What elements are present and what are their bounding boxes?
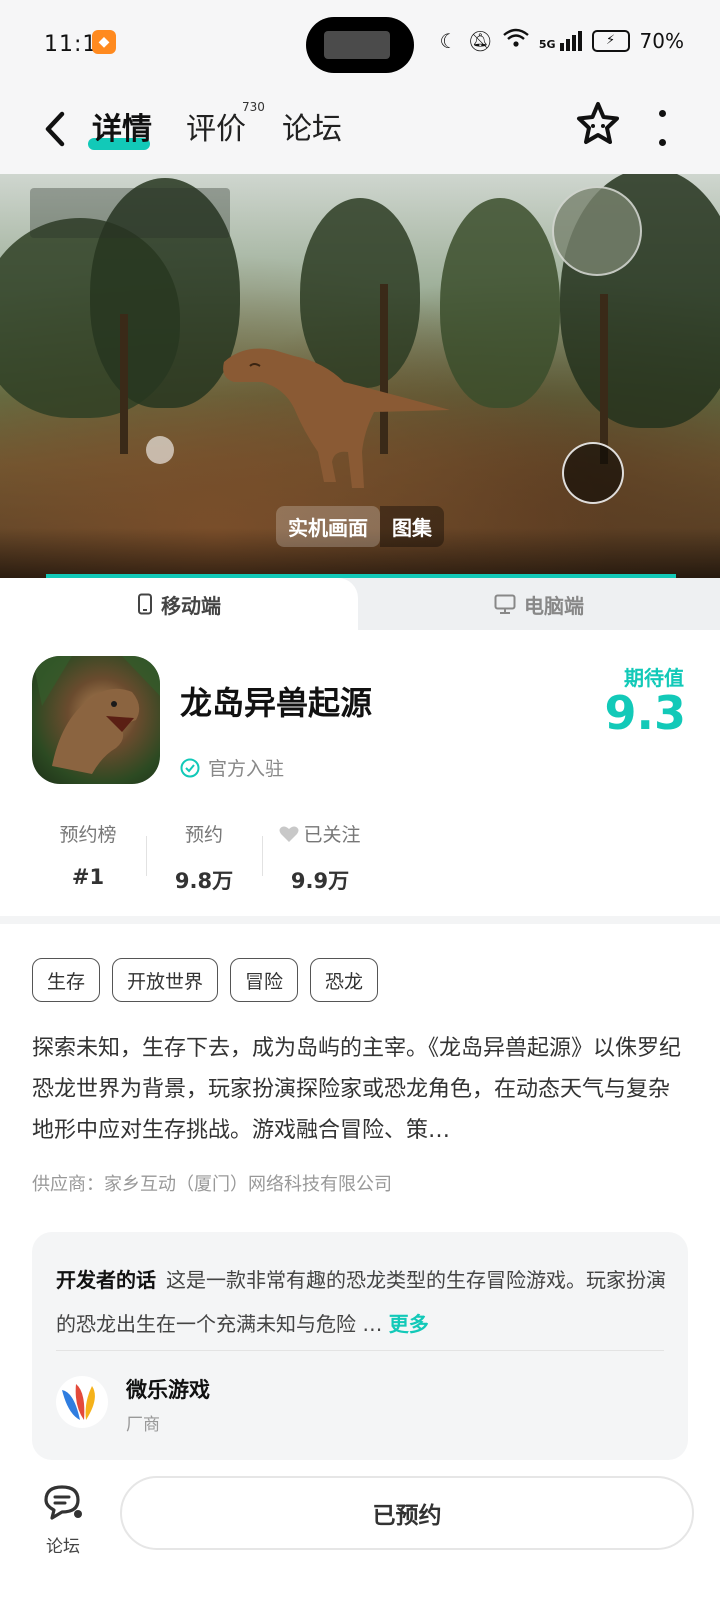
tag-adventure[interactable]: 冒险 (230, 958, 299, 1002)
moon-icon: ☾ (439, 28, 458, 53)
stat-reservations: 预约 9.8万 (146, 820, 262, 895)
tab-reviews[interactable]: 评价 (186, 104, 246, 148)
reserved-button[interactable]: 已预约 (120, 1476, 694, 1550)
platform-mobile-label: 移动端 (161, 593, 221, 618)
hud-quest-panel (30, 188, 230, 238)
battery-percent: 70% (639, 28, 684, 53)
media-carousel[interactable]: 实机画面 图集 (0, 174, 720, 578)
platform-pc-label: 电脑端 (524, 593, 584, 618)
stat-label: 预约 (184, 824, 223, 846)
stat-value: #1 (71, 865, 105, 889)
network-type: 5G (538, 37, 556, 51)
platform-switch: 移动端 电脑端 (0, 578, 720, 630)
review-count-badge: 730 (242, 100, 265, 114)
tag-survival[interactable]: 生存 (32, 958, 101, 1002)
phone-icon (138, 593, 152, 615)
stat-label: 预约榜 (59, 824, 117, 846)
developer-card: 开发者的话 这是一款非常有趣的恐龙类型的生存冒险游戏。玩家扮演的恐龙出生在一个充满… (32, 1232, 688, 1460)
forum-button[interactable]: 论坛 (38, 1484, 88, 1557)
stat-label: 已关注 (262, 820, 378, 847)
status-bar: 11:16 ◆ ☾ 🔕︎ 5G ⚡ 70% (0, 0, 720, 88)
back-arrow-icon[interactable] (38, 106, 74, 152)
tag-dinosaur[interactable]: 恐龙 (310, 958, 379, 1002)
stat-value: 9.8万 (174, 869, 234, 893)
card-divider (56, 1350, 664, 1351)
vendor-info: 供应商：家乡互动（厦门）网络科技有限公司 (32, 1174, 392, 1195)
developer-message[interactable]: 开发者的话 这是一款非常有趣的恐龙类型的生存冒险游戏。玩家扮演的恐龙出生在一个充满… (56, 1258, 666, 1346)
platform-tab-mobile[interactable]: 移动端 (0, 578, 358, 630)
signal-icon: 5G (538, 30, 582, 51)
battery-icon: ⚡ (591, 29, 630, 52)
favorite-star-icon[interactable] (572, 98, 624, 150)
camera-cutout (306, 17, 414, 73)
tab-details[interactable]: 详情 (92, 104, 152, 148)
genre-tags: 生存 开放世界 冒险 恐龙 (32, 958, 379, 1002)
stats-row: 预约榜 #1 预约 9.8万 已关注 9.9万 (30, 820, 378, 895)
verified-check-icon (180, 758, 200, 777)
media-tab-gallery[interactable]: 图集 (380, 506, 444, 547)
heart-icon (279, 826, 299, 842)
status-icons: ☾ 🔕︎ 5G ⚡ 70% (440, 28, 684, 53)
app-icon (32, 656, 160, 784)
stat-value: 9.9万 (290, 869, 350, 893)
wifi-icon (503, 28, 529, 53)
forum-label: 论坛 (46, 1537, 80, 1557)
media-type-tabs: 实机画面 图集 (276, 506, 444, 547)
dinosaur-figure (223, 348, 450, 488)
expectation-score: 9.3 (604, 686, 687, 740)
hud-compass (562, 442, 624, 504)
monitor-icon (494, 594, 516, 614)
developer-more-link[interactable]: 更多 (389, 1312, 429, 1336)
developer-heading: 开发者的话 (56, 1268, 156, 1292)
game-description[interactable]: 探索未知，生存下去，成为岛屿的主宰。《龙岛异兽起源》以侏罗纪恐龙世界为背景，玩家… (32, 1028, 682, 1151)
verified-badge: 官方入驻 (180, 754, 284, 781)
top-nav: 详情 评价 730 论坛 (0, 88, 720, 174)
stat-reservation-rank: 预约榜 #1 (30, 820, 146, 895)
tab-forum[interactable]: 论坛 (282, 104, 342, 148)
developer-logo[interactable] (56, 1376, 108, 1428)
section-divider (0, 916, 720, 924)
bottom-action-bar: 论坛 已预约 (0, 1464, 720, 1604)
tag-open-world[interactable]: 开放世界 (112, 958, 219, 1002)
forum-chat-icon (44, 1485, 82, 1520)
mute-bell-icon: 🔕︎ (467, 28, 493, 53)
platform-tab-pc[interactable]: 电脑端 (358, 578, 720, 630)
app-notification-icon: ◆ (92, 30, 116, 54)
developer-role: 厂商 (126, 1415, 160, 1435)
verified-label: 官方入驻 (208, 758, 285, 780)
stat-followers[interactable]: 已关注 9.9万 (262, 820, 378, 895)
app-title: 龙岛异兽起源 (180, 684, 373, 722)
hud-joystick (146, 436, 174, 464)
more-options-icon[interactable] (654, 110, 670, 146)
media-tab-gameplay[interactable]: 实机画面 (276, 506, 380, 547)
developer-name[interactable]: 微乐游戏 (126, 1374, 210, 1404)
hud-minimap (552, 186, 642, 276)
